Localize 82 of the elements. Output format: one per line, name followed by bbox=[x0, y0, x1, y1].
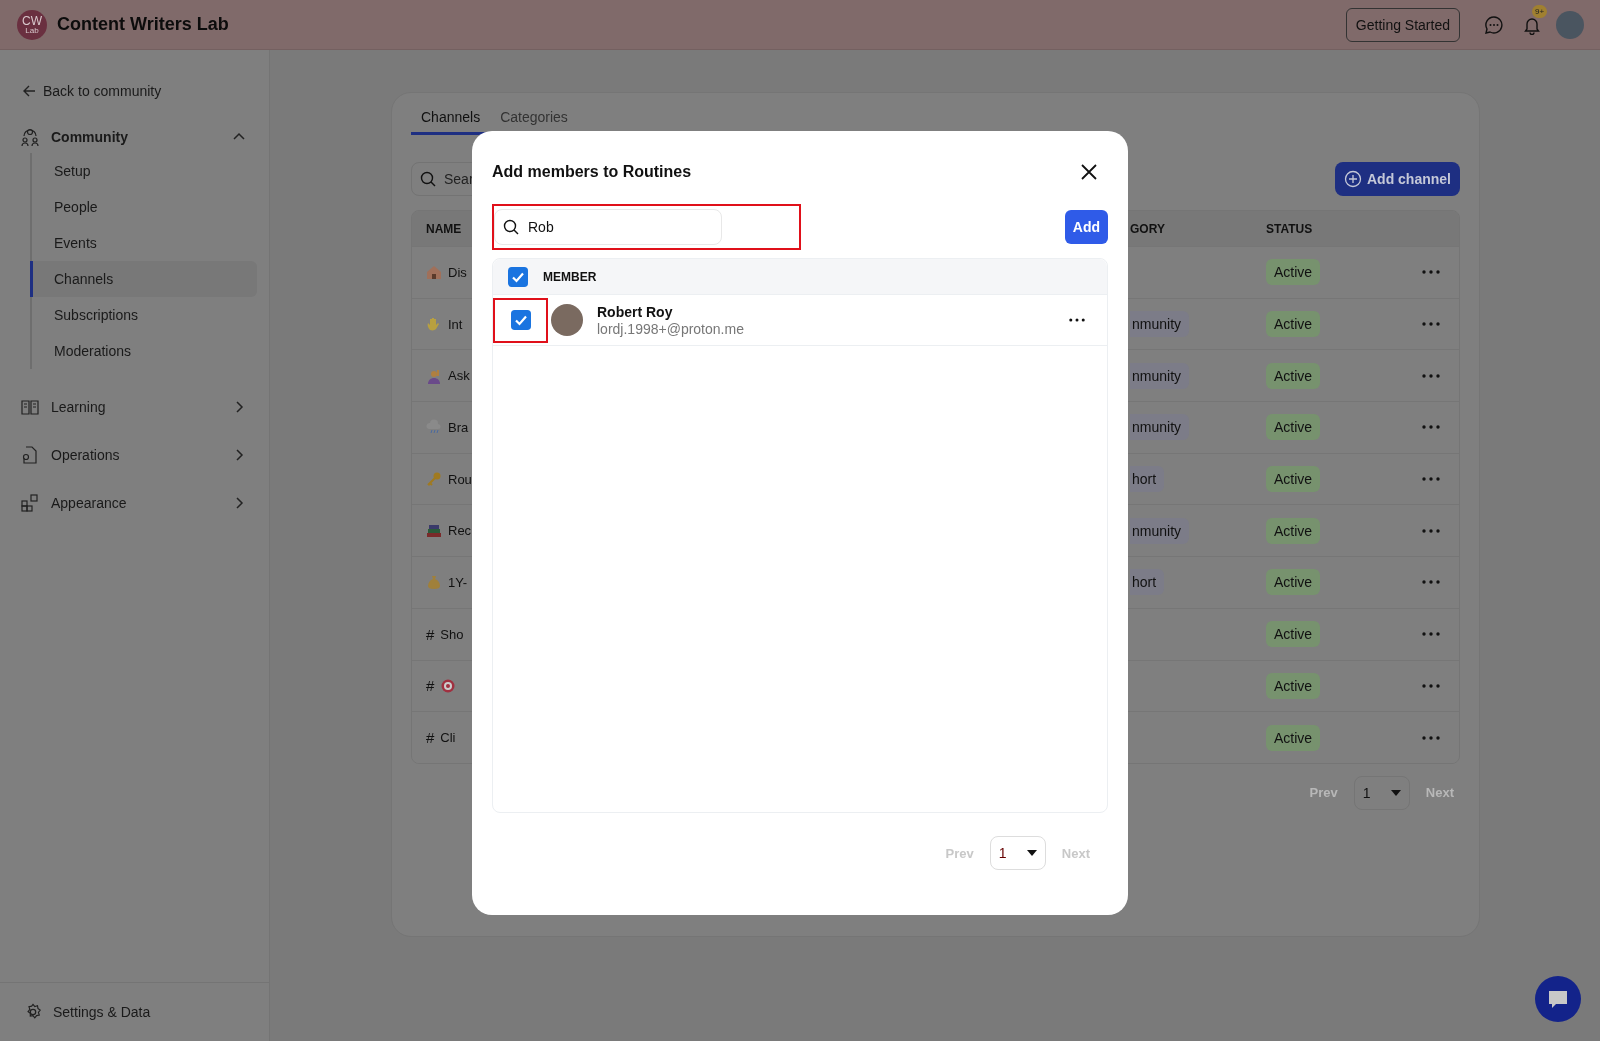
search-icon bbox=[420, 171, 436, 187]
people-icon bbox=[20, 127, 40, 147]
channel-name: Rou bbox=[448, 471, 472, 487]
add-channel-button[interactable]: Add channel bbox=[1335, 162, 1460, 196]
checkbox[interactable] bbox=[510, 310, 531, 330]
sidebar-item[interactable]: Setup bbox=[30, 153, 257, 189]
page-select[interactable]: 1 bbox=[1353, 775, 1410, 810]
settings-icon[interactable] bbox=[24, 1003, 42, 1021]
channel-name: Bra bbox=[448, 419, 469, 435]
sidebar-section[interactable]: Appearance bbox=[51, 495, 127, 511]
money-bag-icon bbox=[426, 574, 442, 591]
tab[interactable]: Categories bbox=[490, 103, 578, 135]
search-field[interactable]: Rob bbox=[494, 209, 722, 245]
back-arrow-icon[interactable] bbox=[22, 84, 36, 98]
column-header: GORY bbox=[1130, 221, 1166, 236]
sidebar-section[interactable]: Operations bbox=[51, 447, 120, 463]
book-icon bbox=[20, 397, 40, 417]
hash-sign: # bbox=[426, 729, 435, 747]
books-icon bbox=[426, 522, 442, 539]
status-tag: Active bbox=[1266, 672, 1321, 699]
channel-name: Sho bbox=[440, 626, 464, 642]
status-tag: Active bbox=[1266, 414, 1321, 441]
category-tag: nmunity bbox=[1130, 311, 1190, 338]
column-header: MEMBER bbox=[543, 269, 597, 284]
chat-button[interactable] bbox=[1535, 976, 1581, 1022]
category-tag: hort bbox=[1130, 569, 1165, 596]
channel-name: Ask bbox=[448, 368, 470, 384]
channel-name: 1Y- bbox=[448, 574, 468, 590]
hash-sign: # bbox=[426, 625, 435, 643]
member-name: Robert Roy bbox=[597, 303, 674, 320]
status-tag: Active bbox=[1266, 724, 1321, 751]
member-email: lordj.1998+@proton.me bbox=[597, 320, 744, 337]
target-icon bbox=[440, 677, 457, 694]
cloud-icon bbox=[426, 419, 442, 436]
back-link[interactable]: Back to community bbox=[43, 83, 162, 99]
category-tag: hort bbox=[1130, 466, 1165, 493]
caret-icon bbox=[1390, 789, 1401, 796]
column-header: NAME bbox=[425, 221, 463, 236]
sidebar-item[interactable]: Subscriptions bbox=[30, 297, 257, 333]
add-button[interactable]: Add bbox=[1064, 210, 1108, 244]
page-select[interactable]: 1 bbox=[989, 836, 1046, 870]
sidebar-section[interactable]: Learning bbox=[51, 399, 106, 415]
hand-icon bbox=[426, 316, 442, 333]
plus-circle-icon bbox=[1344, 170, 1362, 188]
status-tag: Active bbox=[1266, 259, 1321, 286]
sidebar-section[interactable]: Community bbox=[51, 129, 128, 145]
channel-name: Rec bbox=[448, 523, 472, 539]
status-tag: Active bbox=[1266, 362, 1321, 389]
category-tag: nmunity bbox=[1130, 414, 1190, 441]
avatar bbox=[551, 304, 583, 336]
more-icon[interactable] bbox=[1069, 318, 1085, 322]
app-title: Content Writers Lab bbox=[57, 14, 229, 35]
column-header: STATUS bbox=[1266, 221, 1314, 236]
layout-icon bbox=[20, 493, 40, 513]
sidebar-item[interactable]: Channels bbox=[30, 261, 257, 297]
person-icon bbox=[426, 367, 442, 384]
settings-link[interactable]: Settings & Data bbox=[53, 1004, 151, 1020]
chat-icon[interactable] bbox=[1484, 14, 1504, 35]
category-tag: nmunity bbox=[1130, 517, 1190, 544]
key-icon bbox=[426, 471, 442, 488]
getting-started-button[interactable]: Getting Started bbox=[1345, 7, 1460, 42]
logo: CW Lab bbox=[17, 9, 47, 40]
status-tag: Active bbox=[1266, 621, 1321, 648]
house-icon bbox=[426, 264, 442, 281]
document-icon bbox=[20, 445, 40, 465]
sidebar-item[interactable]: Events bbox=[30, 225, 257, 261]
status-tag: Active bbox=[1266, 569, 1321, 596]
status-tag: Active bbox=[1266, 466, 1321, 493]
sidebar-item[interactable]: Moderations bbox=[30, 333, 257, 369]
checkbox[interactable] bbox=[508, 266, 528, 287]
sidebar-item[interactable]: People bbox=[30, 189, 257, 225]
status-tag: Active bbox=[1266, 517, 1321, 544]
channel-name: Int bbox=[448, 316, 463, 332]
notification-badge: 9+ bbox=[1532, 4, 1548, 18]
channel-name: Dis bbox=[448, 264, 467, 280]
status-tag: Active bbox=[1266, 311, 1321, 338]
caret-icon bbox=[1026, 850, 1037, 856]
hash-sign: # bbox=[426, 677, 435, 695]
category-tag: nmunity bbox=[1130, 362, 1190, 389]
dialog-title: Add members to Routines bbox=[492, 163, 692, 181]
channel-name: Cli bbox=[440, 730, 456, 746]
search-icon bbox=[503, 219, 519, 235]
